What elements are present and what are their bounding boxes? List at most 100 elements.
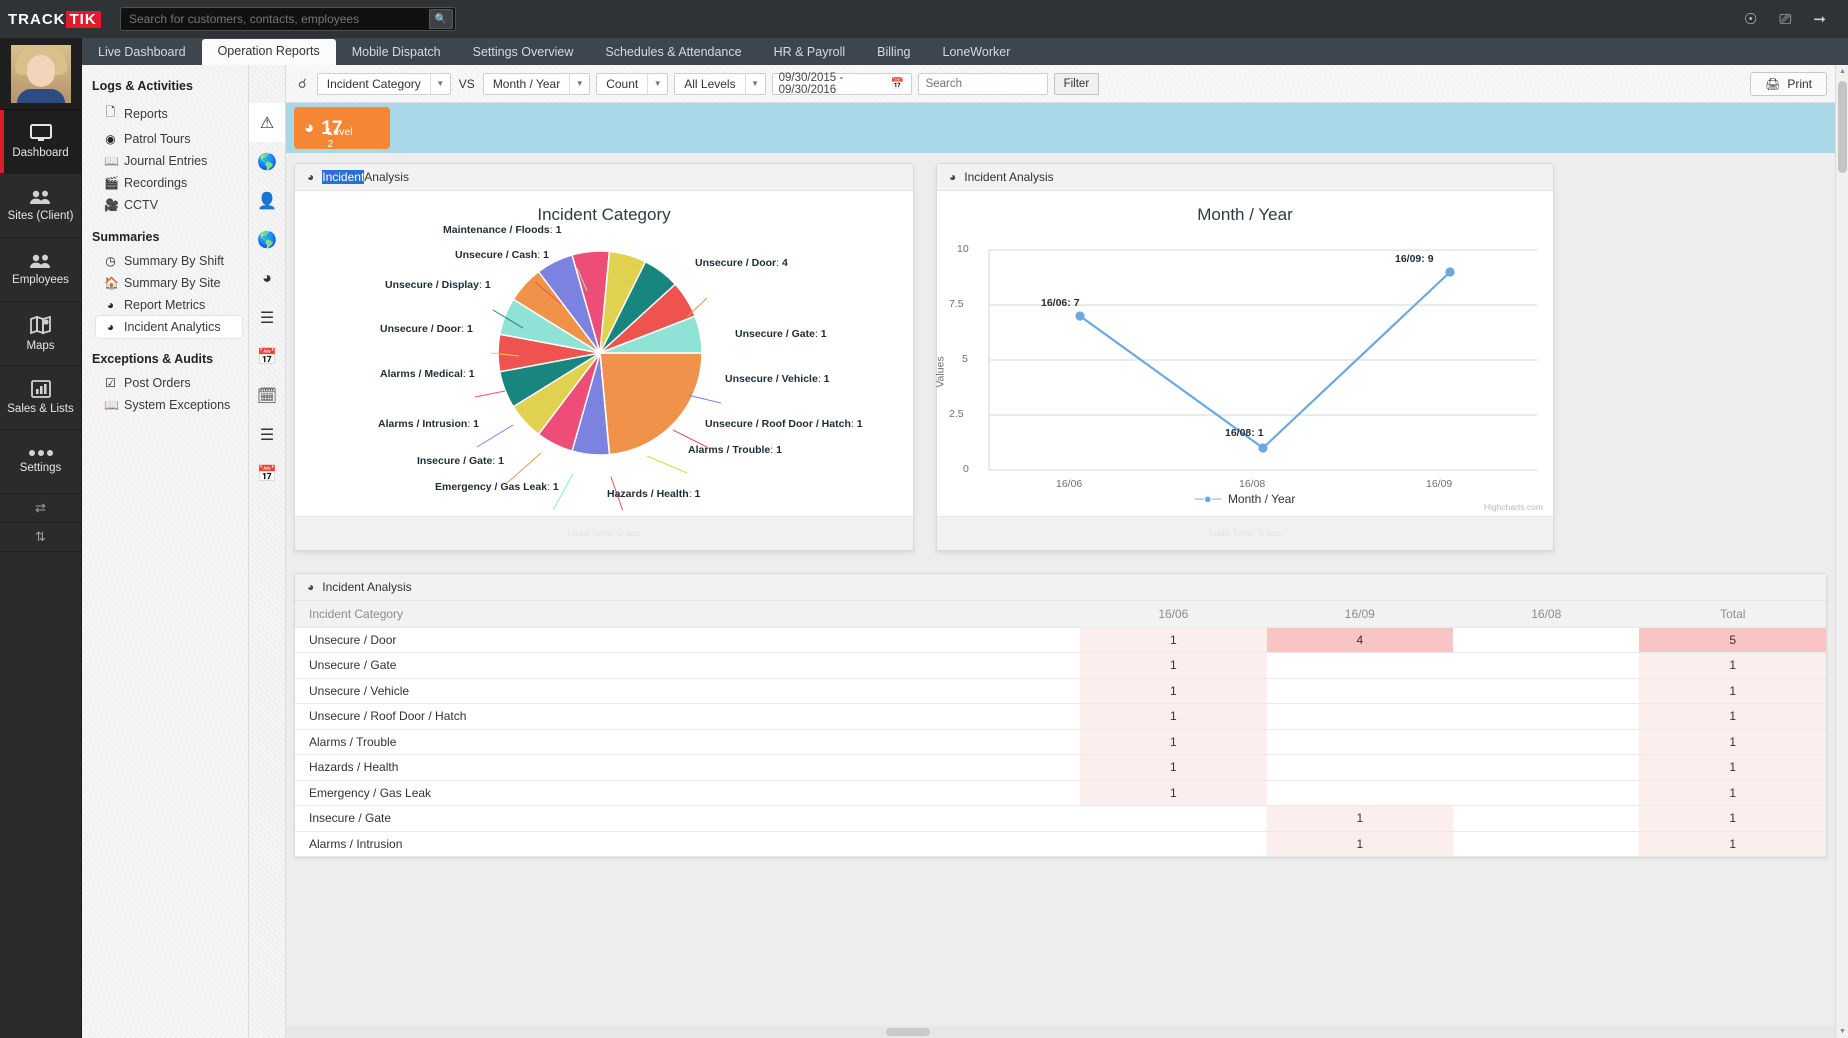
magnifier-icon[interactable]: ☌ bbox=[294, 76, 311, 92]
sidebar-item-reports[interactable]: 🗋 Reports bbox=[82, 99, 248, 128]
logout-icon[interactable]: ➞ bbox=[1813, 10, 1826, 28]
level-select[interactable]: All Levels ▼ bbox=[674, 73, 765, 95]
rail-item-employees[interactable]: Employees bbox=[0, 238, 81, 302]
cell-category: Unsecure / Roof Door / Hatch bbox=[295, 704, 1080, 730]
sidebar-item-label: Incident Analytics bbox=[124, 320, 221, 334]
sidebar-item-recordings[interactable]: 🎬 Recordings bbox=[82, 172, 248, 194]
globe-icon[interactable]: 🌎 bbox=[249, 142, 285, 181]
incident-analysis-table: Incident Category 16/06 16/09 16/08 Tota… bbox=[295, 601, 1826, 857]
cell-value: 4 bbox=[1267, 627, 1453, 653]
calendar-icon[interactable]: 📅 bbox=[249, 454, 285, 493]
sidebar-item-post-orders[interactable]: ☑ Post Orders bbox=[82, 372, 248, 394]
sidebar-item-journal-entries[interactable]: 📖 Journal Entries bbox=[82, 150, 248, 172]
pie-panel-title-highlight: Incident bbox=[322, 170, 364, 184]
data-point-label: 16/06: 7 bbox=[1041, 297, 1080, 309]
filter-button[interactable]: Filter bbox=[1054, 73, 1100, 95]
col-1606[interactable]: 16/06 bbox=[1080, 601, 1266, 627]
col-incident-category[interactable]: Incident Category bbox=[295, 601, 1080, 627]
cell-value bbox=[1453, 627, 1639, 653]
cell-total: 1 bbox=[1639, 704, 1826, 730]
cell-total: 1 bbox=[1639, 755, 1826, 781]
sidebar-item-patrol-tours[interactable]: ◉ Patrol Tours bbox=[82, 128, 248, 150]
rail-item-settings[interactable]: Settings bbox=[0, 430, 81, 494]
table-row[interactable]: Alarms / Trouble 1 1 bbox=[295, 729, 1826, 755]
main-content: ☌ Incident Category ▼ VS Month / Year ▼ … bbox=[286, 65, 1835, 1038]
person-icon[interactable]: 👤 bbox=[249, 181, 285, 220]
line-chart-svg[interactable] bbox=[937, 223, 1553, 513]
dimension-select[interactable]: Incident Category ▼ bbox=[317, 73, 451, 95]
print-button[interactable]: 🖨 Print bbox=[1750, 72, 1827, 96]
search-input[interactable] bbox=[926, 78, 1040, 90]
date-range-picker[interactable]: 09/30/2015 - 09/30/2016 📅 bbox=[772, 73, 912, 95]
sidebar-item-summary-by-site[interactable]: 🏠 Summary By Site bbox=[82, 272, 248, 294]
col-1608[interactable]: 16/08 bbox=[1453, 601, 1639, 627]
global-search[interactable]: 🔍 bbox=[120, 7, 456, 31]
aggregate-select[interactable]: Count ▼ bbox=[596, 73, 668, 95]
pie-label: Alarms / Medical: 1 bbox=[380, 368, 475, 380]
pie-label: Unsecure / Cash: 1 bbox=[455, 249, 549, 261]
top-bar-actions: ☉ ⎚ ➞ bbox=[1744, 10, 1848, 28]
horizontal-scrollbar[interactable] bbox=[286, 1026, 1835, 1038]
scrollbar-thumb[interactable] bbox=[886, 1028, 930, 1036]
app-logo[interactable]: TRACKTIK bbox=[0, 11, 96, 28]
help-icon[interactable]: ☉ bbox=[1744, 10, 1757, 28]
vertical-scrollbar[interactable]: ▲ ▼ bbox=[1835, 65, 1848, 1038]
pie-chart-icon: ◕ bbox=[104, 320, 117, 334]
list-icon[interactable]: ☰ bbox=[249, 298, 285, 337]
tab-billing[interactable]: Billing bbox=[861, 40, 926, 65]
measure-select[interactable]: Month / Year ▼ bbox=[483, 73, 590, 95]
sidebar-item-incident-analytics[interactable]: ◕ Incident Analytics bbox=[96, 316, 242, 338]
rail-item-sites[interactable]: Sites (Client) bbox=[0, 174, 81, 238]
transfer-icon[interactable]: ⇄ bbox=[0, 494, 81, 523]
warning-icon[interactable]: ⚠ bbox=[249, 103, 285, 142]
table-row[interactable]: Emergency / Gas Leak 1 1 bbox=[295, 780, 1826, 806]
col-1609[interactable]: 16/09 bbox=[1267, 601, 1453, 627]
table-row[interactable]: Unsecure / Door 1 4 5 bbox=[295, 627, 1826, 653]
sort-icon[interactable]: ⇅ bbox=[0, 523, 81, 552]
tab-schedules-attendance[interactable]: Schedules & Attendance bbox=[589, 40, 757, 65]
table-row[interactable]: Hazards / Health 1 1 bbox=[295, 755, 1826, 781]
scrollbar-thumb[interactable] bbox=[1838, 81, 1847, 173]
col-total[interactable]: Total bbox=[1639, 601, 1826, 627]
calendar-grid-icon[interactable]: 🗓 bbox=[249, 376, 285, 415]
kpi-tile-level-2[interactable]: ◕ 17 Level 2 bbox=[294, 107, 390, 149]
tab-live-dashboard[interactable]: Live Dashboard bbox=[82, 40, 202, 65]
logo-text-main: TRACK bbox=[8, 11, 66, 28]
video-camera-icon: 🎥 bbox=[104, 198, 117, 212]
highcharts-credit[interactable]: Highcharts.com bbox=[1484, 502, 1543, 512]
calendar-icon[interactable]: 📅 bbox=[249, 337, 285, 376]
scroll-down-icon[interactable]: ▼ bbox=[1836, 1025, 1848, 1038]
global-search-input[interactable] bbox=[121, 12, 429, 26]
scroll-up-icon[interactable]: ▲ bbox=[1836, 65, 1848, 78]
sidebar-item-system-exceptions[interactable]: 📖 System Exceptions bbox=[82, 394, 248, 416]
monitor-icon[interactable]: ⎚ bbox=[1779, 11, 1791, 28]
tab-hr-payroll[interactable]: HR & Payroll bbox=[758, 40, 862, 65]
table-row[interactable]: Unsecure / Vehicle 1 1 bbox=[295, 678, 1826, 704]
sidebar-item-summary-by-shift[interactable]: ◷ Summary By Shift bbox=[82, 250, 248, 272]
rail-label: Dashboard bbox=[12, 147, 68, 159]
tab-settings-overview[interactable]: Settings Overview bbox=[457, 40, 590, 65]
list-icon[interactable]: ☰ bbox=[249, 415, 285, 454]
table-row[interactable]: Alarms / Intrusion 1 1 bbox=[295, 831, 1826, 857]
search-field[interactable] bbox=[918, 73, 1048, 95]
tab-mobile-dispatch[interactable]: Mobile Dispatch bbox=[336, 40, 457, 65]
pie-chart-icon[interactable]: ◕ bbox=[249, 259, 285, 298]
globe-icon[interactable]: 🌎 bbox=[249, 220, 285, 259]
sidebar-item-label: Report Metrics bbox=[124, 298, 205, 312]
tab-loneworker[interactable]: LoneWorker bbox=[927, 40, 1027, 65]
table-row[interactable]: Unsecure / Gate 1 1 bbox=[295, 653, 1826, 679]
rail-item-dashboard[interactable]: Dashboard bbox=[0, 110, 81, 174]
tab-operation-reports[interactable]: Operation Reports bbox=[202, 39, 336, 65]
sidebar-item-cctv[interactable]: 🎥 CCTV bbox=[82, 194, 248, 216]
table-row[interactable]: Insecure / Gate 1 1 bbox=[295, 806, 1826, 832]
table-row[interactable]: Unsecure / Roof Door / Hatch 1 1 bbox=[295, 704, 1826, 730]
rail-item-maps[interactable]: Maps bbox=[0, 302, 81, 366]
rail-label: Employees bbox=[12, 274, 69, 286]
data-point-label: 16/09: 9 bbox=[1395, 253, 1434, 265]
chart-legend[interactable]: ─●─ Month / Year bbox=[937, 491, 1553, 506]
avatar[interactable] bbox=[0, 38, 81, 110]
search-icon[interactable]: 🔍 bbox=[429, 9, 453, 29]
sidebar-item-report-metrics[interactable]: ◕ Report Metrics bbox=[82, 294, 248, 316]
rail-item-sales-lists[interactable]: Sales & Lists bbox=[0, 366, 81, 430]
clapperboard-icon: 🎬 bbox=[104, 176, 117, 190]
